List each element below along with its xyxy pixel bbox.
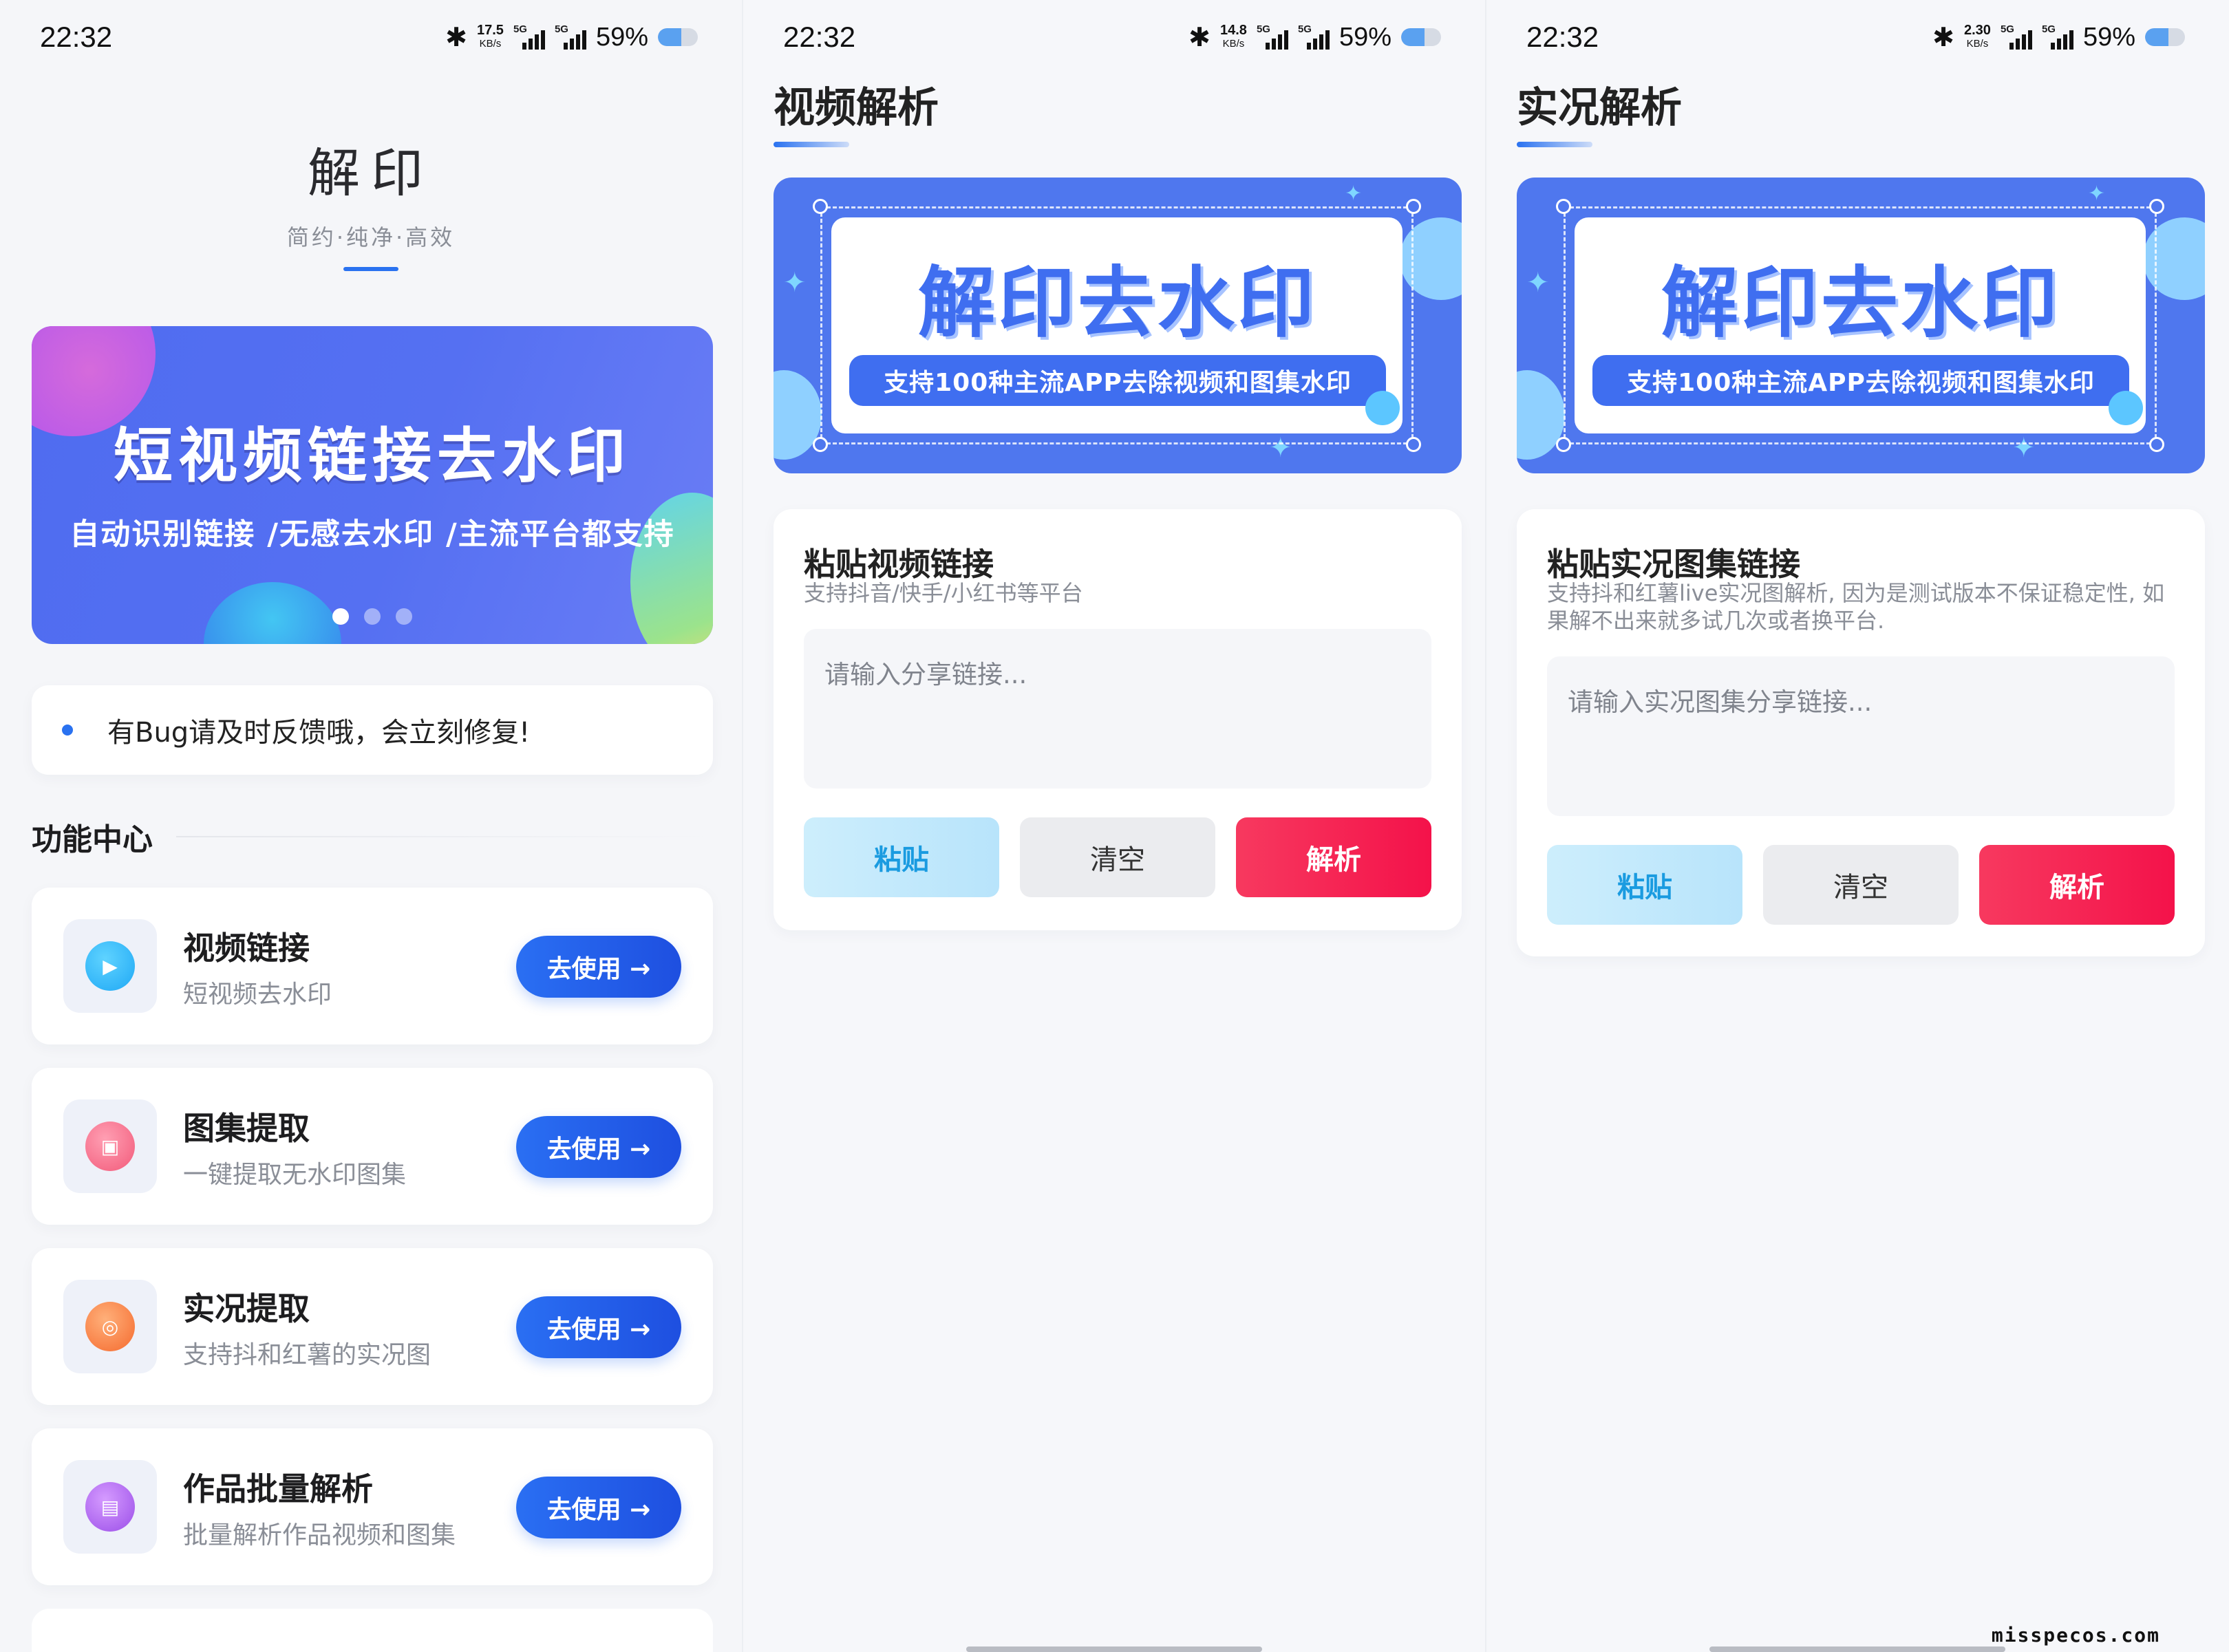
promo-carousel[interactable]: 短视频链接去水印 自动识别链接 /无感去水印 /主流平台都支持 bbox=[32, 326, 713, 644]
carousel-dot[interactable] bbox=[396, 608, 412, 625]
battery-percent: 59% bbox=[2082, 22, 2135, 52]
banner-title: 解印去水印 bbox=[1661, 259, 2060, 348]
paste-button[interactable]: 粘贴 bbox=[804, 817, 999, 897]
page-title: 实况解析 bbox=[1517, 84, 1682, 132]
feature-card-gallery[interactable]: ▣ 图集提取 一键提取无水印图集 去使用 → bbox=[32, 1068, 713, 1225]
carousel-subtitle: 自动识别链接 /无感去水印 /主流平台都支持 bbox=[70, 517, 675, 552]
use-button[interactable]: 去使用 → bbox=[516, 936, 681, 998]
feature-card-video[interactable]: ▶ 视频链接 短视频去水印 去使用 → bbox=[32, 888, 713, 1044]
feature-card-live[interactable]: ◎ 实况提取 支持抖和红薯的实况图 去使用 → bbox=[32, 1248, 713, 1405]
notice-bar: 有Bug请及时反馈哦，会立刻修复! bbox=[32, 685, 713, 775]
promo-banner: ✦ ✦ ✦ 解印去水印 支持100种主流APP去除视频和图集水印 bbox=[774, 178, 1462, 473]
signal-icon: 5G bbox=[555, 23, 586, 51]
carousel-title: 短视频链接去水印 bbox=[114, 422, 631, 491]
network-speed: 17.5 KB/s bbox=[477, 23, 504, 50]
signal-icon: 5G bbox=[1298, 23, 1330, 51]
banner-title: 解印去水印 bbox=[918, 259, 1317, 348]
link-input-card: 粘贴实况图集链接 支持抖和红薯live实况图解析, 因为是测试版本不保证稳定性,… bbox=[1517, 509, 2205, 956]
feature-card-partial[interactable] bbox=[32, 1609, 713, 1652]
status-bar: 22:32 ✱ 17.5 KB/s 5G 5G 59% bbox=[40, 17, 698, 58]
input-hint: 支持抖音/快手/小红书等平台 bbox=[804, 580, 1083, 606]
signal-icon: 5G bbox=[513, 23, 545, 51]
input-label: 粘贴实况图集链接 bbox=[1547, 546, 1800, 583]
action-buttons: 粘贴 清空 解析 bbox=[804, 817, 1431, 897]
input-label: 粘贴视频链接 bbox=[804, 546, 994, 583]
video-parse-screen: 22:32 ✱ 14.8 KB/s 5G 5G 59% 视频解析 ✦ ✦ ✦ 解… bbox=[743, 0, 1485, 1652]
pointer-hand-icon bbox=[2109, 391, 2143, 425]
carousel-dot-active[interactable] bbox=[332, 608, 349, 625]
banner-pill: 支持100种主流APP去除视频和图集水印 bbox=[849, 355, 1386, 406]
feature-title: 作品批量解析 bbox=[183, 1470, 373, 1508]
page-title: 视频解析 bbox=[774, 84, 939, 132]
paste-button[interactable]: 粘贴 bbox=[1547, 845, 1742, 925]
feature-title: 实况提取 bbox=[183, 1290, 310, 1327]
status-time: 22:32 bbox=[1526, 21, 1599, 53]
banner-pill: 支持100种主流APP去除视频和图集水印 bbox=[1592, 355, 2129, 406]
section-title: 功能中心 bbox=[32, 822, 153, 857]
bluetooth-icon: ✱ bbox=[445, 23, 467, 52]
home-screen: 22:32 ✱ 17.5 KB/s 5G 5G 59% 解印 简约·纯净·高效 短… bbox=[0, 0, 742, 1652]
carousel-dot[interactable] bbox=[364, 608, 381, 625]
network-speed: 2.30 KB/s bbox=[1964, 23, 1991, 50]
action-buttons: 粘贴 清空 解析 bbox=[1547, 845, 2175, 925]
feature-subtitle: 短视频去水印 bbox=[183, 980, 332, 1009]
status-time: 22:32 bbox=[40, 21, 113, 53]
signal-icon: 5G bbox=[1257, 23, 1288, 51]
screenshot-stage: 22:32 ✱ 17.5 KB/s 5G 5G 59% 解印 简约·纯净·高效 短… bbox=[0, 0, 2229, 1652]
section-header: 功能中心 bbox=[32, 815, 713, 859]
feature-title: 图集提取 bbox=[183, 1110, 310, 1147]
battery-percent: 59% bbox=[595, 22, 648, 52]
link-input-card: 粘贴视频链接 支持抖音/快手/小红书等平台 请输入分享链接... 粘贴 清空 解… bbox=[774, 509, 1462, 930]
pointer-hand-icon bbox=[1365, 391, 1400, 425]
use-button[interactable]: 去使用 → bbox=[516, 1116, 681, 1178]
feature-card-batch[interactable]: ▤ 作品批量解析 批量解析作品视频和图集 去使用 → bbox=[32, 1428, 713, 1585]
network-speed: 14.8 KB/s bbox=[1220, 23, 1247, 50]
feature-subtitle: 一键提取无水印图集 bbox=[183, 1161, 407, 1189]
battery-percent: 59% bbox=[1339, 22, 1391, 52]
signal-icon: 5G bbox=[2042, 23, 2073, 51]
carousel-indicator bbox=[32, 608, 713, 625]
promo-banner: ✦ ✦ ✦ 解印去水印 支持100种主流APP去除视频和图集水印 bbox=[1517, 178, 2205, 473]
status-time: 22:32 bbox=[783, 21, 856, 53]
battery-icon bbox=[1401, 28, 1441, 46]
image-icon: ▣ bbox=[85, 1122, 135, 1171]
bluetooth-icon: ✱ bbox=[1932, 23, 1954, 52]
watermark-text: misspecos.com bbox=[1991, 1624, 2160, 1646]
input-hint: 支持抖和红薯live实况图解析, 因为是测试版本不保证稳定性, 如果解不出来就多… bbox=[1547, 580, 2165, 634]
home-indicator[interactable] bbox=[1709, 1646, 2005, 1652]
feature-subtitle: 批量解析作品视频和图集 bbox=[183, 1521, 456, 1549]
section-divider bbox=[176, 836, 713, 837]
home-indicator[interactable] bbox=[966, 1646, 1262, 1652]
header-underline bbox=[343, 267, 398, 271]
status-bar: 22:32 ✱ 14.8 KB/s 5G 5G 59% bbox=[783, 17, 1441, 58]
clear-button[interactable]: 清空 bbox=[1020, 817, 1215, 897]
play-icon: ▶ bbox=[85, 941, 135, 991]
parse-button[interactable]: 解析 bbox=[1236, 817, 1431, 897]
live-icon: ◎ bbox=[85, 1302, 135, 1351]
live-parse-screen: 22:32 ✱ 2.30 KB/s 5G 5G 59% 实况解析 ✦ ✦ ✦ 解… bbox=[1486, 0, 2229, 1652]
app-name: 解印 bbox=[308, 142, 434, 204]
film-icon: ▤ bbox=[85, 1482, 135, 1532]
link-input[interactable]: 请输入实况图集分享链接... bbox=[1547, 656, 2175, 816]
star-icon: ✦ bbox=[2088, 182, 2106, 206]
feature-subtitle: 支持抖和红薯的实况图 bbox=[183, 1341, 431, 1369]
parse-button[interactable]: 解析 bbox=[1979, 845, 2175, 925]
bullet-icon bbox=[62, 725, 73, 736]
status-bar: 22:32 ✱ 2.30 KB/s 5G 5G 59% bbox=[1526, 17, 2185, 58]
title-underline bbox=[774, 142, 849, 147]
bluetooth-icon: ✱ bbox=[1188, 23, 1211, 52]
notice-text: 有Bug请及时反馈哦，会立刻修复! bbox=[107, 717, 531, 749]
title-underline bbox=[1517, 142, 1592, 147]
app-slogan: 简约·纯净·高效 bbox=[286, 224, 456, 250]
signal-icon: 5G bbox=[2001, 23, 2032, 51]
app-header: 解印 简约·纯净·高效 bbox=[0, 131, 742, 271]
link-input[interactable]: 请输入分享链接... bbox=[804, 629, 1431, 789]
battery-icon bbox=[2145, 28, 2185, 46]
use-button[interactable]: 去使用 → bbox=[516, 1296, 681, 1358]
battery-icon bbox=[658, 28, 698, 46]
feature-title: 视频链接 bbox=[183, 930, 310, 967]
star-icon: ✦ bbox=[1345, 182, 1363, 206]
use-button[interactable]: 去使用 → bbox=[516, 1477, 681, 1538]
clear-button[interactable]: 清空 bbox=[1763, 845, 1959, 925]
